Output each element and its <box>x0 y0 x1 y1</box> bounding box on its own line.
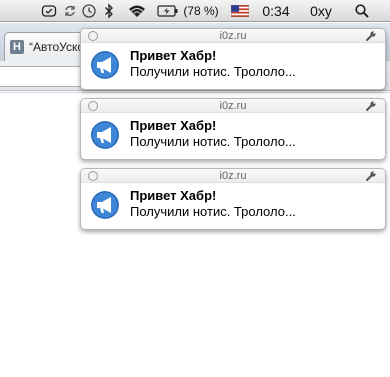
battery-percent: (78 %) <box>183 4 219 18</box>
tab-favicon-icon: H <box>10 40 24 54</box>
notification-body: Получили нотис. Трололо... <box>130 64 296 79</box>
menu-bar: (78 %) 0:34 0xy <box>0 0 390 22</box>
wrench-icon[interactable] <box>365 100 377 112</box>
notification-title: Привет Хабр! <box>130 48 217 63</box>
notification[interactable]: i0z.ru Привет Хабр! Получили нотис. Трол… <box>80 98 386 160</box>
wrench-icon[interactable] <box>365 30 377 42</box>
notification-header: i0z.ru <box>81 169 385 183</box>
wifi-icon[interactable] <box>126 0 148 22</box>
notification[interactable]: i0z.ru Привет Хабр! Получили нотис. Трол… <box>80 28 386 90</box>
bluetooth-icon[interactable] <box>103 0 115 22</box>
browser-tab[interactable]: H “АвтоУскорен <box>4 32 90 61</box>
notification[interactable]: i0z.ru Привет Хабр! Получили нотис. Трол… <box>80 168 386 230</box>
menubar-user[interactable]: 0xy <box>304 0 338 22</box>
sync-icon[interactable] <box>62 0 78 22</box>
notification-header: i0z.ru <box>81 29 385 43</box>
megaphone-icon <box>91 121 119 149</box>
menubar-clock[interactable]: 0:34 <box>258 0 294 22</box>
time-machine-icon[interactable] <box>80 0 98 22</box>
wrench-icon[interactable] <box>365 170 377 182</box>
notification-title: Привет Хабр! <box>130 188 217 203</box>
notification-domain: i0z.ru <box>219 100 247 112</box>
notification-header: i0z.ru <box>81 99 385 113</box>
dropbox-icon[interactable] <box>40 0 58 22</box>
notification-title: Привет Хабр! <box>130 118 217 133</box>
close-icon[interactable] <box>88 101 98 111</box>
us-flag-icon[interactable] <box>230 0 250 22</box>
close-icon[interactable] <box>88 31 98 41</box>
notification-domain: i0z.ru <box>219 170 247 182</box>
notification-body: Получили нотис. Трололо... <box>130 134 296 149</box>
notification-domain: i0z.ru <box>219 30 247 42</box>
notification-body: Получили нотис. Трололо... <box>130 204 296 219</box>
close-icon[interactable] <box>88 171 98 181</box>
megaphone-icon <box>91 191 119 219</box>
battery-icon[interactable] <box>157 0 179 22</box>
content-divider <box>0 92 390 93</box>
spotlight-icon[interactable] <box>352 0 372 22</box>
megaphone-icon <box>91 51 119 79</box>
